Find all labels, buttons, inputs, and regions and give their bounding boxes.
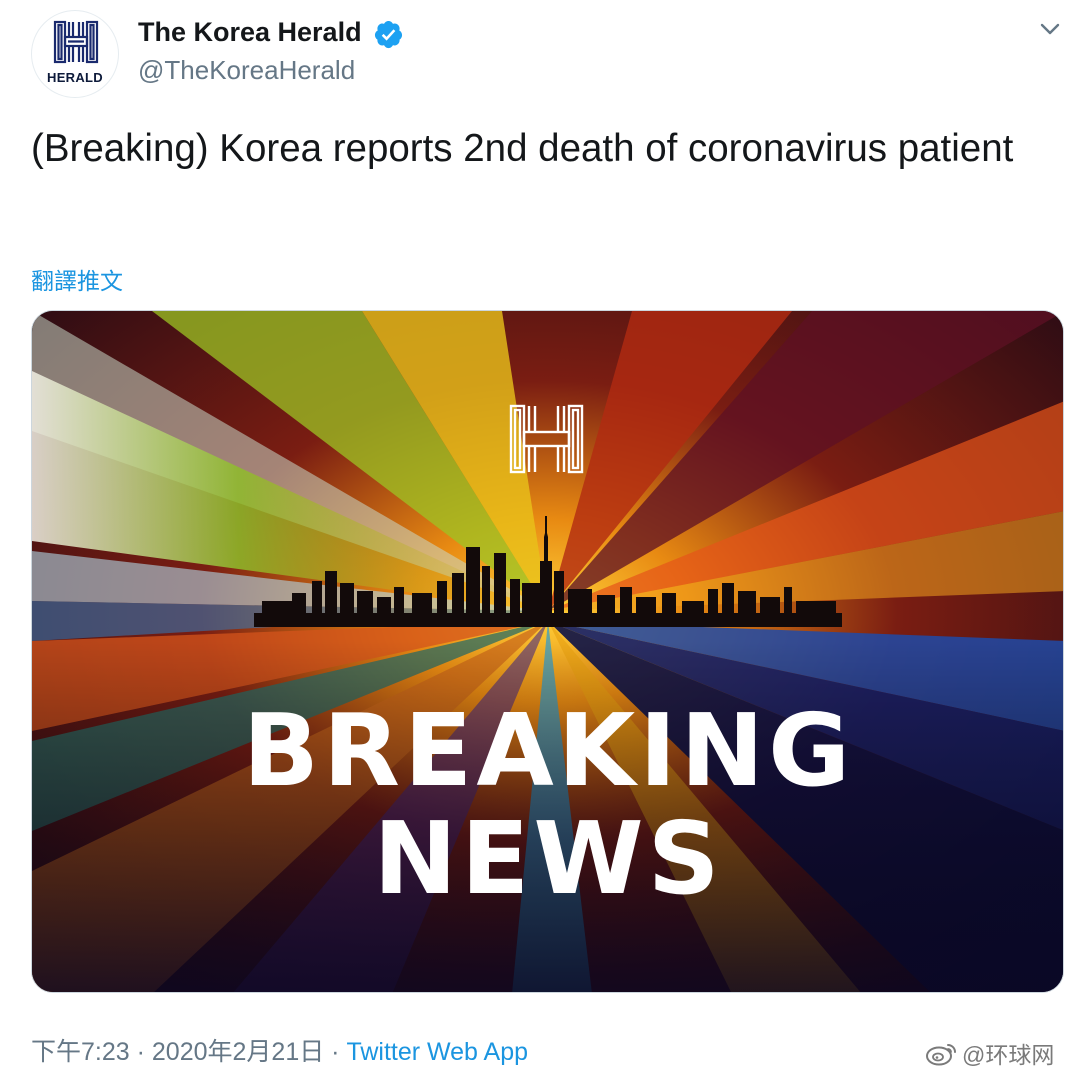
tweet-meta: 下午7:23 · 2020年2月21日 · Twitter Web App [31, 1032, 528, 1068]
author-avatar[interactable]: HERALD [31, 10, 119, 98]
author-name[interactable]: The Korea Herald [138, 17, 362, 48]
translate-tweet-link[interactable]: 翻譯推文 [31, 262, 123, 296]
author-handle[interactable]: @TheKoreaHerald [138, 55, 355, 86]
breaking-headline-line1: BREAKING [242, 692, 855, 809]
weibo-watermark: @环球网 [924, 1036, 1054, 1070]
tweet-media-image[interactable]: BREAKING NEWS [31, 310, 1064, 993]
tweet-source-link[interactable]: Twitter Web App [346, 1038, 528, 1066]
watermark-text: @环球网 [962, 1042, 1055, 1068]
avatar-label: HERALD [47, 70, 103, 85]
verified-badge-icon [374, 20, 403, 49]
chevron-down-icon[interactable] [1036, 15, 1064, 43]
meta-separator: · [129, 1038, 152, 1066]
breaking-headline-line2: NEWS [373, 800, 724, 917]
tweet-text: (Breaking) Korea reports 2nd death of co… [31, 127, 1014, 170]
tweet-date[interactable]: 2020年2月21日 [152, 1038, 324, 1066]
tweet-time[interactable]: 下午7:23 [31, 1038, 130, 1066]
weibo-icon [926, 1044, 956, 1066]
meta-separator: · [324, 1038, 347, 1066]
tweet-card: HERALD The Korea Herald @TheKoreaHerald … [0, 0, 1090, 1080]
